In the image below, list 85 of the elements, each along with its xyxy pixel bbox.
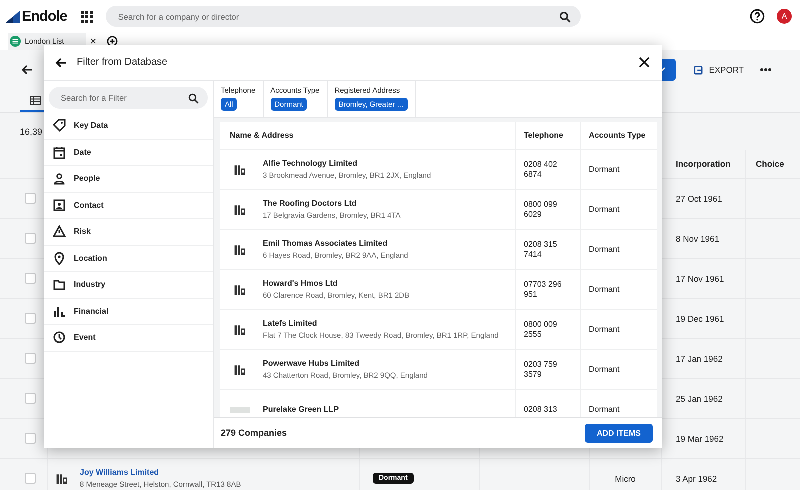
building-icon (234, 204, 246, 216)
more-icon[interactable] (760, 68, 772, 72)
table-cell-text: Dormant (588, 204, 621, 216)
row-checkbox[interactable] (25, 233, 36, 244)
warning-icon (53, 225, 66, 238)
company-name: Alfie Technology Limited (263, 159, 359, 168)
filter-category[interactable]: Industry (44, 272, 213, 298)
company-logo-placeholder (230, 406, 250, 412)
company-name: Emil Thomas Associates Limited (263, 239, 389, 248)
filter-category[interactable]: Key Data (44, 113, 213, 140)
table-cell-text: Dormant (588, 364, 621, 376)
row-checkbox[interactable] (25, 393, 36, 404)
location-pin-icon (53, 252, 66, 265)
search-icon[interactable] (188, 92, 199, 104)
table-cell: 0208 313 (516, 390, 581, 417)
table-cell-text: Dormant (588, 404, 621, 416)
export-button[interactable]: EXPORT (690, 61, 748, 79)
logo-icon (6, 10, 20, 22)
column-header: Accounts Type (588, 130, 647, 142)
close-icon[interactable] (639, 57, 650, 68)
table-cell: 3 Apr 1962 (662, 459, 746, 490)
building-icon (234, 364, 246, 376)
search-input[interactable]: Search for a Filter (61, 87, 188, 109)
column-header: Telephone (516, 122, 581, 149)
row-checkbox[interactable] (25, 433, 36, 444)
row-checkbox[interactable] (25, 273, 36, 284)
table-cell-text: Dormant (588, 164, 621, 176)
row-checkbox[interactable] (25, 353, 36, 364)
column-header: Choice (755, 158, 786, 171)
company-name: Powerwave Hubs Limited (263, 359, 360, 368)
filter-category[interactable]: Risk (44, 219, 213, 246)
tag-icon (53, 119, 66, 132)
row-checkbox[interactable] (25, 193, 36, 204)
contact-card-icon (53, 198, 66, 212)
row-checkbox[interactable] (25, 473, 36, 484)
filter-category[interactable]: People (44, 166, 213, 192)
building-icon (234, 284, 246, 296)
building-icon (234, 244, 246, 256)
back-arrow-icon[interactable] (55, 56, 67, 68)
dialog-title: Filter from Database (77, 57, 168, 68)
back-arrow-icon[interactable] (21, 64, 33, 76)
company-name: The Roofing Doctors Ltd (263, 199, 358, 208)
bar-chart-icon (53, 304, 66, 318)
building-icon (234, 324, 246, 336)
list-icon (10, 36, 21, 47)
company-link[interactable]: Joy Williams Limited (80, 468, 242, 477)
apps-grid-icon[interactable] (81, 10, 94, 22)
logo-text: Endole (22, 8, 68, 24)
table-cell: 0800 099 6029 (516, 190, 581, 229)
table-cell: Micro (615, 474, 636, 484)
table-cell: 0208 402 6874 (516, 150, 581, 189)
companies-count: 279 Companies (221, 428, 288, 438)
table-cell-text: Dormant (588, 284, 621, 296)
clock-icon (53, 331, 66, 344)
help-icon[interactable] (750, 9, 765, 24)
add-tab-icon[interactable] (106, 36, 118, 47)
row-checkbox[interactable] (25, 313, 36, 324)
filter-category[interactable]: Event (44, 325, 213, 352)
person-icon (53, 172, 66, 186)
table-cell: 0203 759 3579 (516, 350, 581, 389)
search-icon[interactable] (559, 10, 572, 22)
filter-category[interactable]: Contact (44, 192, 213, 219)
company-name: Purelake Green LLP (263, 405, 340, 414)
table-cell-text: Dormant (588, 244, 621, 256)
search-field[interactable]: Search for a Filter (49, 87, 208, 109)
table-cell: 07703 296 951 (516, 270, 581, 309)
close-icon[interactable]: × (90, 36, 97, 48)
table-cell: 0208 315 7414 (516, 230, 581, 269)
company-name: Howard's Hmos Ltd (263, 279, 339, 288)
table-icon (30, 96, 40, 104)
filter-category[interactable]: Location (44, 246, 213, 272)
calendar-icon (53, 146, 66, 159)
add-items-button[interactable]: ADD ITEMS (585, 424, 653, 442)
company-name: Latefs Limited (263, 319, 318, 328)
filter-category[interactable]: Financial (44, 298, 213, 325)
building-icon (234, 164, 246, 176)
result-count: 16,39 (20, 126, 43, 136)
building-icon (56, 472, 68, 484)
table-cell-text: Dormant (588, 324, 621, 336)
column-header: Name & Address (220, 122, 516, 149)
avatar[interactable]: A (777, 9, 792, 24)
folder-icon (53, 278, 66, 292)
export-icon (694, 66, 704, 74)
filter-category[interactable]: Date (44, 140, 213, 166)
table-cell: 0800 009 2555 (516, 310, 581, 349)
